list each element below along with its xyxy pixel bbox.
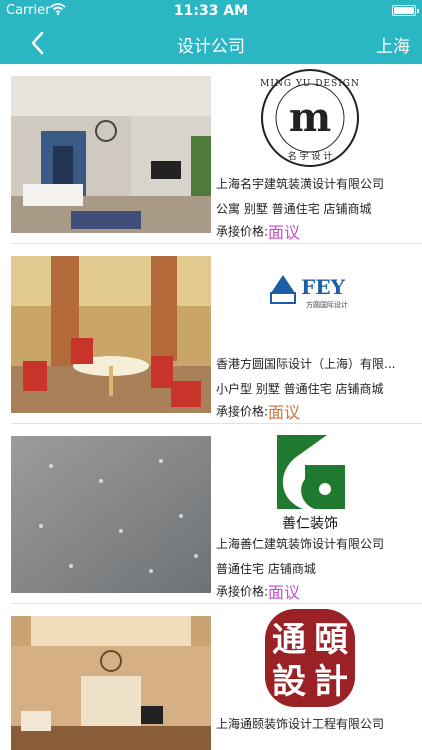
company-name: 上海善仁建筑装饰设计有限公司 — [216, 537, 385, 551]
status-bar: Carrier 11:33 AM — [0, 0, 422, 22]
nav-bar: 设计公司 上海 — [0, 22, 422, 64]
company-name: 上海名宇建筑装潢设计有限公司 — [216, 177, 385, 191]
company-list: MING YU DESIGN m 名 宇 设 计 上海名宇建筑装潢设计有限公司 … — [0, 64, 422, 750]
price-label: 承接价格: — [216, 584, 269, 599]
city-select-button[interactable]: 上海 — [376, 32, 410, 57]
company-logo: MING YU DESIGN m 名 宇 设 计 — [260, 69, 360, 167]
company-name: 上海通颐装饰设计工程有限公司 — [216, 717, 385, 731]
price-label: 承接价格: — [216, 224, 269, 239]
company-tags: 小户型 别墅 普通住宅 店铺商城 — [216, 382, 384, 396]
company-list-item[interactable]: MING YU DESIGN m 名 宇 设 计 上海名宇建筑装潢设计有限公司 … — [11, 64, 422, 244]
company-tags: 公寓 别墅 普通住宅 店铺商城 — [216, 202, 372, 216]
app-header: Carrier 11:33 AM 设计公司 上海 — [0, 0, 422, 64]
company-logo: 通 頤 設 計 — [265, 609, 355, 707]
company-photo — [11, 76, 211, 233]
price-line: 承接价格:面议 — [216, 579, 300, 603]
logo-subtext: 方圆国际设计 — [306, 300, 348, 309]
logo-text: 頤 — [314, 620, 348, 660]
price-line: 承接价格:面议 — [216, 399, 300, 423]
price-label: 承接价格: — [216, 404, 269, 419]
logo-text: 設 — [272, 662, 306, 702]
price-value: 面议 — [268, 583, 301, 602]
price-line: 承接价格:面议 — [216, 219, 300, 243]
company-photo — [11, 436, 211, 593]
battery-icon — [392, 5, 419, 16]
price-value: 面议 — [268, 403, 301, 422]
page-title: 设计公司 — [177, 37, 245, 57]
company-photo — [11, 616, 211, 750]
logo-text: 通 — [272, 620, 306, 660]
company-photo — [11, 256, 211, 413]
price-value: 面议 — [268, 223, 301, 242]
company-tags: 普通住宅 店铺商城 — [216, 562, 316, 576]
company-logo: 善仁装饰 — [263, 435, 357, 529]
company-name: 香港方圆国际设计（上海）有限... — [216, 357, 396, 371]
logo-text: MING YU DESIGN — [260, 79, 360, 89]
logo-subtext: 名 宇 设 计 — [288, 150, 333, 162]
logo-mark: m — [289, 94, 331, 141]
logo-mark: FEY — [301, 275, 345, 299]
company-list-item[interactable]: 通 頤 設 計 上海通颐装饰设计工程有限公司 — [11, 604, 422, 750]
company-list-item[interactable]: FEY 方圆国际设计 香港方圆国际设计（上海）有限... 小户型 别墅 普通住宅… — [11, 244, 422, 424]
logo-text: 善仁装饰 — [282, 516, 338, 529]
company-logo: FEY 方圆国际设计 — [270, 275, 348, 309]
status-time: 11:33 AM — [173, 3, 249, 19]
company-list-item[interactable]: 善仁装饰 上海善仁建筑装饰设计有限公司 普通住宅 店铺商城 承接价格:面议 — [11, 424, 422, 604]
logo-text: 計 — [314, 662, 348, 702]
